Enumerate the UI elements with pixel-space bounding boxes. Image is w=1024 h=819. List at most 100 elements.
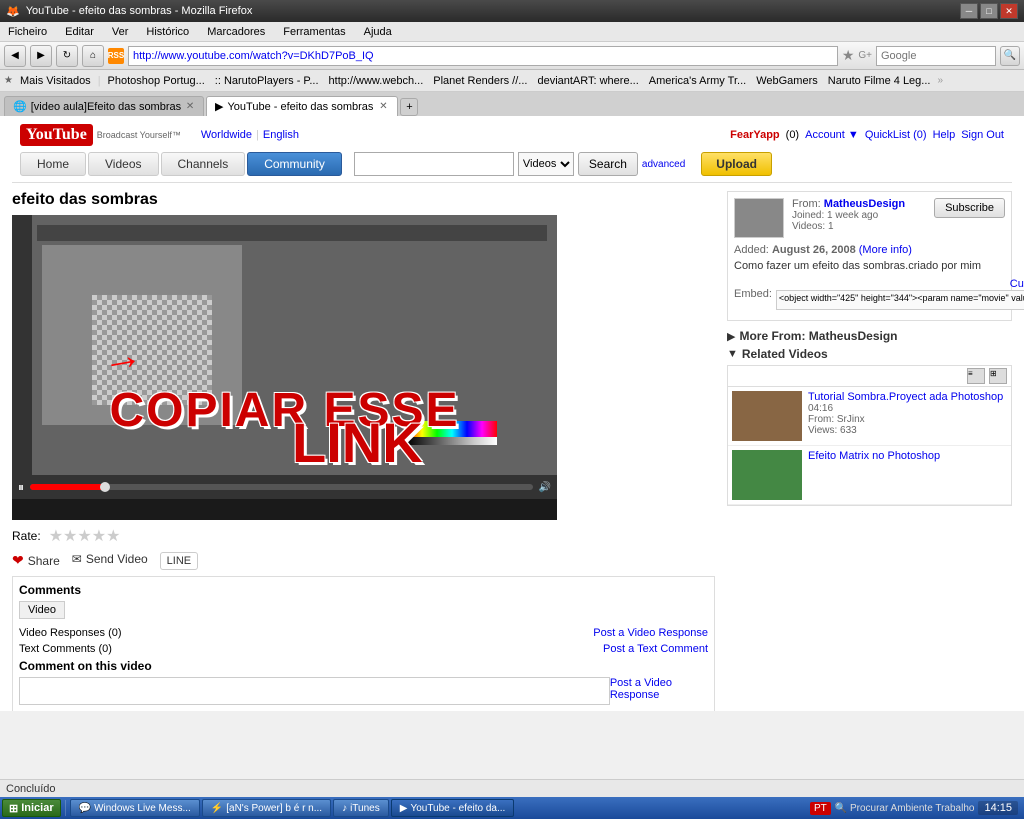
grid-view-btn[interactable]: ⊞ xyxy=(989,368,1007,384)
related-duration-1: 04:16 xyxy=(808,403,1003,414)
worldwide-link[interactable]: Worldwide xyxy=(201,129,252,141)
embed-code-box[interactable]: <object width="425" height="344"><param … xyxy=(776,290,1024,310)
english-link[interactable]: English xyxy=(263,129,299,141)
subscribe-button[interactable]: Subscribe xyxy=(934,198,1005,218)
ps-arrow: → xyxy=(98,332,145,383)
taskbar-windows-live[interactable]: 💬 Windows Live Mess... xyxy=(70,799,200,817)
start-button[interactable]: ⊞ Iniciar xyxy=(2,799,61,817)
video-responses-row: Video Responses (0) Post a Video Respons… xyxy=(19,627,708,639)
status-bar: Concluído xyxy=(0,779,1024,797)
progress-bar[interactable] xyxy=(30,484,533,490)
post-response-bottom-link[interactable]: Post a Video Response xyxy=(610,677,708,705)
menu-ver[interactable]: Ver xyxy=(108,24,133,40)
related-title-2[interactable]: Efeito Matrix no Photoshop xyxy=(808,450,940,462)
send-video-button[interactable]: ✉ Send Video xyxy=(72,552,148,566)
taskbar-right: PT 🔍 Procurar Ambiente Trabalho 14:15 xyxy=(810,801,1022,815)
line-badge[interactable]: LINE xyxy=(160,552,198,570)
yt-search-button[interactable]: Search xyxy=(578,152,638,176)
help-link[interactable]: Help xyxy=(933,129,956,141)
yt-search-input[interactable] xyxy=(354,152,514,176)
taskbar-ans-power[interactable]: ⚡ [aN's Power] b é r n... xyxy=(202,799,331,817)
bookmark-naruto-filme[interactable]: Naruto Filme 4 Leg... xyxy=(825,74,934,88)
share-button[interactable]: ❤ Share xyxy=(12,552,60,569)
more-from-arrow: ▶ xyxy=(727,330,735,343)
more-from-row[interactable]: ▶ More From: MatheusDesign xyxy=(727,329,1012,343)
menu-editar[interactable]: Editar xyxy=(61,24,98,40)
tab-video-aula[interactable]: 🌐 [video aula]Efeito das sombras ✕ xyxy=(4,96,204,116)
bookmark-deviantart[interactable]: deviantART: where... xyxy=(534,74,641,88)
tab-youtube[interactable]: ▶ YouTube - efeito das sombras ✕ xyxy=(206,96,398,116)
progress-dot xyxy=(100,482,110,492)
home-button[interactable]: ⌂ xyxy=(82,45,104,67)
comment-on-video-label: Comment on this video xyxy=(19,659,708,673)
bookmark-mais-visitados[interactable]: Mais Visitados xyxy=(17,74,94,88)
refresh-button[interactable]: ↻ xyxy=(56,45,78,67)
video-overlay-text2: LINK xyxy=(12,410,557,475)
nav-search-input[interactable] xyxy=(876,46,996,66)
tab-icon-2: ▶ xyxy=(215,100,223,113)
new-tab-button[interactable]: + xyxy=(400,98,418,116)
channel-header: From: MatheusDesign Joined: 1 week ago V… xyxy=(734,198,1005,238)
close-button[interactable]: ✕ xyxy=(1000,3,1018,19)
bookmark-photoshop[interactable]: Photoshop Portug... xyxy=(105,74,208,88)
windows-logo: ⊞ xyxy=(9,802,18,815)
back-button[interactable]: ◀ xyxy=(4,45,26,67)
play-button[interactable]: ⏸ xyxy=(18,480,24,495)
channel-thumb xyxy=(734,198,784,238)
list-view-btn[interactable]: ≡ xyxy=(967,368,985,384)
post-text-comment-link[interactable]: Post a Text Comment xyxy=(603,643,708,655)
address-bar[interactable] xyxy=(128,46,838,66)
tab-close-1[interactable]: ✕ xyxy=(185,101,195,113)
nav-home[interactable]: Home xyxy=(20,152,86,176)
related-views-1: Views: 633 xyxy=(808,425,1003,436)
bookmark-planet[interactable]: Planet Renders //... xyxy=(430,74,530,88)
post-video-response-link[interactable]: Post a Video Response xyxy=(593,627,708,639)
menu-historico[interactable]: Histórico xyxy=(142,24,193,40)
bookmarks-more[interactable]: » xyxy=(937,75,943,86)
nav-videos[interactable]: Videos xyxy=(88,152,158,176)
nav-channels[interactable]: Channels xyxy=(161,152,246,176)
bookmark-naruto[interactable]: :: NarutoPlayers - P... xyxy=(212,74,322,88)
customize-link[interactable]: Customize xyxy=(1010,278,1024,290)
forward-button[interactable]: ▶ xyxy=(30,45,52,67)
related-thumb-2[interactable] xyxy=(732,450,802,500)
advanced-link[interactable]: advanced xyxy=(642,159,685,170)
nav-search-button[interactable]: 🔍 xyxy=(1000,46,1020,66)
quicklist-link[interactable]: QuickList (0) xyxy=(865,129,927,141)
maximize-button[interactable]: □ xyxy=(980,3,998,19)
menu-marcadores[interactable]: Marcadores xyxy=(203,24,269,40)
taskbar-youtube[interactable]: ▶ YouTube - efeito da... xyxy=(391,799,515,817)
more-info-link[interactable]: (More info) xyxy=(859,244,912,256)
channel-name[interactable]: MatheusDesign xyxy=(824,198,905,210)
bookmark-star-icon[interactable]: ★ xyxy=(842,47,855,64)
tab-close-2[interactable]: ✕ xyxy=(377,101,389,113)
signout-link[interactable]: Sign Out xyxy=(961,129,1004,141)
username-link[interactable]: FearYapp xyxy=(730,129,780,141)
related-videos-row[interactable]: ▼ Related Videos xyxy=(727,347,1012,361)
bookmark-americas-army[interactable]: America's Army Tr... xyxy=(646,74,749,88)
related-thumb-1[interactable] xyxy=(732,391,802,441)
bookmarks-bar: ★ Mais Visitados | Photoshop Portug... :… xyxy=(0,70,1024,92)
comment-input[interactable] xyxy=(19,677,610,705)
nav-bar: ◀ ▶ ↻ ⌂ RSS ★ G+ 🔍 xyxy=(0,42,1024,70)
post-response-row: Post a Video Response xyxy=(19,677,708,705)
taskbar-label-2: [aN's Power] b é r n... xyxy=(226,803,322,814)
yt-upload-button[interactable]: Upload xyxy=(701,152,772,176)
menu-ferramentas[interactable]: Ferramentas xyxy=(279,24,349,40)
yt-logo-right: Broadcast Yourself™ xyxy=(97,130,181,140)
yt-search-select[interactable]: Videos xyxy=(518,152,574,176)
taskbar-clock: 14:15 xyxy=(978,801,1018,815)
minimize-button[interactable]: ─ xyxy=(960,3,978,19)
nav-community[interactable]: Community xyxy=(247,152,342,176)
taskbar-itunes[interactable]: ♪ iTunes xyxy=(333,799,389,817)
video-player[interactable]: → COPIAR ESSE LINK ⏸ 🔊 xyxy=(12,215,557,520)
menu-ficheiro[interactable]: Ficheiro xyxy=(4,24,51,40)
star-rating[interactable]: ★★★★★ xyxy=(49,526,121,546)
related-title-1[interactable]: Tutorial Sombra.Proyect ada Photoshop xyxy=(808,391,1003,403)
video-tab[interactable]: Video xyxy=(19,601,65,619)
account-link[interactable]: Account ▼ xyxy=(805,129,859,141)
bookmark-webch[interactable]: http://www.webch... xyxy=(326,74,427,88)
menu-ajuda[interactable]: Ajuda xyxy=(360,24,396,40)
status-text: Concluído xyxy=(6,783,56,795)
bookmark-webgamers[interactable]: WebGamers xyxy=(753,74,821,88)
